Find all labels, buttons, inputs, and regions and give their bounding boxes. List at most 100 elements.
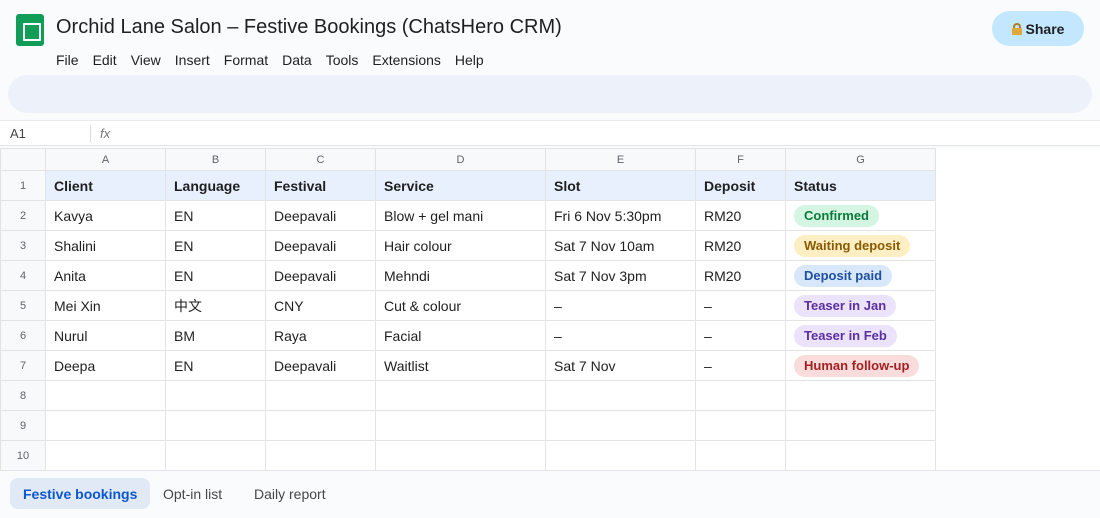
cell-c1[interactable]: Festival <box>265 170 376 201</box>
menu-insert[interactable]: Insert <box>175 52 216 68</box>
cell-c9[interactable] <box>265 410 376 441</box>
cell-e3[interactable]: Sat 7 Nov 10am <box>545 230 696 261</box>
cell-c10[interactable] <box>265 440 376 471</box>
row-number[interactable]: 10 <box>0 440 46 471</box>
cell-c3[interactable]: Deepavali <box>265 230 376 261</box>
cell-d3[interactable]: Hair colour <box>375 230 546 261</box>
cell-g8[interactable] <box>785 380 936 411</box>
cell-a9[interactable] <box>45 410 166 441</box>
cell-d1[interactable]: Service <box>375 170 546 201</box>
cell-a4[interactable]: Anita <box>45 260 166 291</box>
cell-d8[interactable] <box>375 380 546 411</box>
menu-tools[interactable]: Tools <box>326 52 365 68</box>
cell-b7[interactable]: EN <box>165 350 266 381</box>
column-header-g[interactable]: G <box>785 148 936 171</box>
cell-f2[interactable]: RM20 <box>695 200 786 231</box>
cell-e2[interactable]: Fri 6 Nov 5:30pm <box>545 200 696 231</box>
cell-b8[interactable] <box>165 380 266 411</box>
cell-g2[interactable]: Confirmed <box>785 200 936 231</box>
sheet-tab-festive-bookings[interactable]: Festive bookings <box>10 478 151 509</box>
cell-f1[interactable]: Deposit <box>695 170 786 201</box>
cell-a2[interactable]: Kavya <box>45 200 166 231</box>
cell-g9[interactable] <box>785 410 936 441</box>
share-button[interactable]: Share <box>992 11 1084 46</box>
cell-g3[interactable]: Waiting deposit <box>785 230 936 261</box>
cell-e9[interactable] <box>545 410 696 441</box>
menu-file[interactable]: File <box>56 52 85 68</box>
cell-b5[interactable]: 中文 <box>165 290 266 321</box>
row-number[interactable]: 2 <box>0 200 46 231</box>
cell-a3[interactable]: Shalini <box>45 230 166 261</box>
row-number[interactable]: 7 <box>0 350 46 381</box>
column-header-f[interactable]: F <box>695 148 786 171</box>
cell-g6[interactable]: Teaser in Feb <box>785 320 936 351</box>
cell-e4[interactable]: Sat 7 Nov 3pm <box>545 260 696 291</box>
column-header-e[interactable]: E <box>545 148 696 171</box>
cell-f10[interactable] <box>695 440 786 471</box>
cell-d7[interactable]: Waitlist <box>375 350 546 381</box>
cell-a7[interactable]: Deepa <box>45 350 166 381</box>
cell-e7[interactable]: Sat 7 Nov <box>545 350 696 381</box>
cell-a10[interactable] <box>45 440 166 471</box>
sheet-tab-daily-report[interactable]: Daily report <box>241 478 339 509</box>
cell-g5[interactable]: Teaser in Jan <box>785 290 936 321</box>
cell-c4[interactable]: Deepavali <box>265 260 376 291</box>
row-number[interactable]: 9 <box>0 410 46 441</box>
sheets-logo-icon[interactable] <box>16 14 44 46</box>
cell-g7[interactable]: Human follow-up <box>785 350 936 381</box>
cell-d10[interactable] <box>375 440 546 471</box>
row-number[interactable]: 8 <box>0 380 46 411</box>
cell-d9[interactable] <box>375 410 546 441</box>
cell-a1[interactable]: Client <box>45 170 166 201</box>
cell-f8[interactable] <box>695 380 786 411</box>
cell-c2[interactable]: Deepavali <box>265 200 376 231</box>
cell-a6[interactable]: Nurul <box>45 320 166 351</box>
cell-g1[interactable]: Status <box>785 170 936 201</box>
cell-b2[interactable]: EN <box>165 200 266 231</box>
cell-b1[interactable]: Language <box>165 170 266 201</box>
cell-f6[interactable]: – <box>695 320 786 351</box>
cell-a8[interactable] <box>45 380 166 411</box>
select-all-corner[interactable] <box>0 148 46 171</box>
menu-help[interactable]: Help <box>455 52 490 68</box>
cell-e1[interactable]: Slot <box>545 170 696 201</box>
cell-g4[interactable]: Deposit paid <box>785 260 936 291</box>
cell-d2[interactable]: Blow + gel mani <box>375 200 546 231</box>
cell-c7[interactable]: Deepavali <box>265 350 376 381</box>
menu-extensions[interactable]: Extensions <box>372 52 446 68</box>
cell-b10[interactable] <box>165 440 266 471</box>
cell-d4[interactable]: Mehndi <box>375 260 546 291</box>
cell-a5[interactable]: Mei Xin <box>45 290 166 321</box>
menu-data[interactable]: Data <box>282 52 318 68</box>
cell-c5[interactable]: CNY <box>265 290 376 321</box>
document-title[interactable]: Orchid Lane Salon – Festive Bookings (Ch… <box>56 16 562 39</box>
column-header-b[interactable]: B <box>165 148 266 171</box>
cell-f3[interactable]: RM20 <box>695 230 786 261</box>
cell-e8[interactable] <box>545 380 696 411</box>
cell-f4[interactable]: RM20 <box>695 260 786 291</box>
menu-view[interactable]: View <box>131 52 167 68</box>
row-number[interactable]: 6 <box>0 320 46 351</box>
menu-edit[interactable]: Edit <box>93 52 123 68</box>
column-header-c[interactable]: C <box>265 148 376 171</box>
cell-e5[interactable]: – <box>545 290 696 321</box>
cell-b9[interactable] <box>165 410 266 441</box>
cell-b6[interactable]: BM <box>165 320 266 351</box>
column-header-d[interactable]: D <box>375 148 546 171</box>
cell-b3[interactable]: EN <box>165 230 266 261</box>
cell-c8[interactable] <box>265 380 376 411</box>
column-header-a[interactable]: A <box>45 148 166 171</box>
cell-b4[interactable]: EN <box>165 260 266 291</box>
cell-d6[interactable]: Facial <box>375 320 546 351</box>
sheet-tab-opt-in-list[interactable]: Opt-in list <box>150 478 235 509</box>
cell-c6[interactable]: Raya <box>265 320 376 351</box>
cell-d5[interactable]: Cut & colour <box>375 290 546 321</box>
row-number[interactable]: 4 <box>0 260 46 291</box>
cell-f5[interactable]: – <box>695 290 786 321</box>
cell-g10[interactable] <box>785 440 936 471</box>
menu-format[interactable]: Format <box>224 52 274 68</box>
cell-f9[interactable] <box>695 410 786 441</box>
cell-e6[interactable]: – <box>545 320 696 351</box>
row-number[interactable]: 1 <box>0 170 46 201</box>
row-number[interactable]: 5 <box>0 290 46 321</box>
